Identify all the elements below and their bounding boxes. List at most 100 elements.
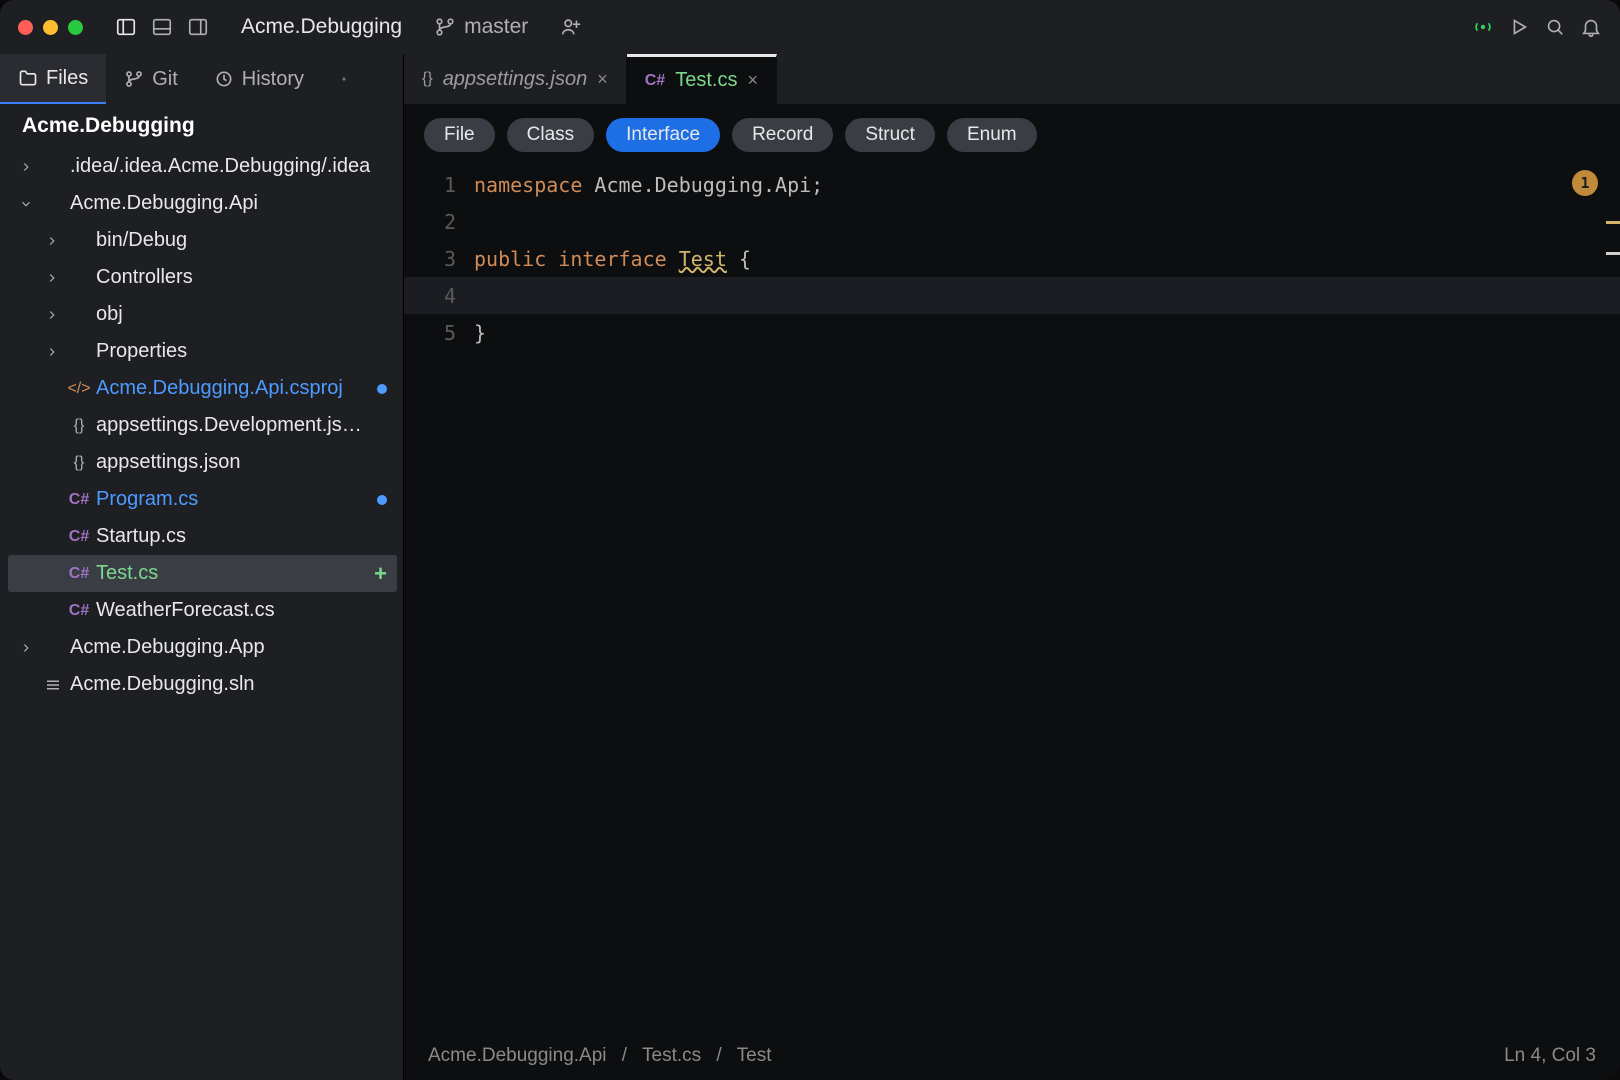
tree-node[interactable]: {}appsettings.json <box>8 444 397 481</box>
tab-git-label: Git <box>152 68 178 91</box>
tree-node-label: Properties <box>96 340 187 363</box>
line-number: 5 <box>404 321 474 345</box>
tab-history[interactable]: History <box>196 54 322 104</box>
chevron-right-icon[interactable] <box>42 345 62 359</box>
tree-node[interactable]: Acme.Debugging.Api <box>8 185 397 222</box>
chevron-right-icon[interactable] <box>42 234 62 248</box>
editor-tabs: {}appsettings.json×C#Test.cs× <box>404 54 1620 104</box>
panel-right-icon[interactable] <box>187 16 209 38</box>
tree-node[interactable]: Controllers <box>8 259 397 296</box>
editor: {}appsettings.json×C#Test.cs× FileClassI… <box>404 54 1620 1080</box>
tree-node-label: Acme.Debugging.App <box>70 636 265 659</box>
minimize-window[interactable] <box>43 20 58 35</box>
tree-node[interactable]: Properties <box>8 333 397 370</box>
code-text: { <box>727 247 751 271</box>
type-chip[interactable]: Record <box>732 118 833 152</box>
zoom-window[interactable] <box>68 20 83 35</box>
panel-bottom-icon[interactable] <box>151 16 173 38</box>
code-type-warn: Test <box>679 247 727 271</box>
line-number: 3 <box>404 247 474 271</box>
tree-node-label: Acme.Debugging.Api <box>70 192 258 215</box>
editor-tab-label: Test.cs <box>675 69 737 92</box>
titlebar: Acme.Debugging master <box>0 0 1620 54</box>
tree-node[interactable]: Acme.Debugging.App <box>8 629 397 666</box>
tree-node-label: Acme.Debugging.sln <box>70 673 255 696</box>
code-keyword: namespace <box>474 173 582 197</box>
plus-icon <box>340 69 348 89</box>
close-icon[interactable]: × <box>747 70 758 91</box>
type-chip[interactable]: File <box>424 118 495 152</box>
tab-git[interactable]: Git <box>106 54 196 104</box>
tab-files-label: Files <box>46 67 88 90</box>
tree-node[interactable]: </>Acme.Debugging.Api.csproj <box>8 370 397 407</box>
warning-badge[interactable]: 1 <box>1572 170 1598 196</box>
breadcrumb-item[interactable]: Acme.Debugging.Api <box>428 1045 607 1066</box>
tree-node-label: obj <box>96 303 123 326</box>
close-window[interactable] <box>18 20 33 35</box>
live-icon[interactable] <box>1472 16 1494 38</box>
line-number: 4 <box>404 284 474 308</box>
project-name[interactable]: Acme.Debugging <box>241 15 402 39</box>
breadcrumb-item[interactable]: Test.cs <box>642 1045 701 1066</box>
line-number: 1 <box>404 173 474 197</box>
modified-dot <box>377 495 387 505</box>
tree-node[interactable]: Acme.Debugging.sln <box>8 666 397 703</box>
code-caret-line <box>474 284 498 308</box>
tree-node-label: Test.cs <box>96 562 158 585</box>
notifications-icon[interactable] <box>1580 16 1602 38</box>
code-text: } <box>474 321 486 345</box>
tab-history-label: History <box>242 68 304 91</box>
tree-node[interactable]: bin/Debug <box>8 222 397 259</box>
tree-node[interactable]: C#Test.cs+ <box>8 555 397 592</box>
tree-node-label: .idea/.idea.Acme.Debugging/.idea <box>70 155 370 178</box>
sidebar: Files Git History Acme.Debugging .idea/.… <box>0 54 404 1080</box>
branch-icon <box>124 69 144 89</box>
tree-node[interactable]: obj <box>8 296 397 333</box>
tree-node-label: appsettings.Development.js… <box>96 414 362 437</box>
run-icon[interactable] <box>1508 16 1530 38</box>
chevron-down-icon[interactable] <box>16 197 36 211</box>
code-keyword: interface <box>558 247 666 271</box>
branch-icon <box>434 16 456 38</box>
tree-node[interactable]: .idea/.idea.Acme.Debugging/.idea <box>8 148 397 185</box>
scrollbar-marks <box>1606 221 1620 283</box>
editor-tab[interactable]: C#Test.cs× <box>627 54 777 104</box>
code-keyword: public <box>474 247 546 271</box>
tab-files[interactable]: Files <box>0 54 106 104</box>
line-number: 2 <box>404 210 474 234</box>
type-chip[interactable]: Interface <box>606 118 720 152</box>
window-controls <box>18 20 83 35</box>
chevron-right-icon[interactable] <box>16 641 36 655</box>
type-chip[interactable]: Struct <box>845 118 935 152</box>
editor-tab[interactable]: {}appsettings.json× <box>404 54 627 104</box>
panel-left-icon[interactable] <box>115 16 137 38</box>
type-chip[interactable]: Class <box>507 118 595 152</box>
caret-position[interactable]: Ln 4, Col 3 <box>1504 1045 1596 1067</box>
project-root[interactable]: Acme.Debugging <box>0 104 403 146</box>
git-branch[interactable]: master <box>434 15 528 39</box>
file-tree: .idea/.idea.Acme.Debugging/.idea Acme.Deb… <box>0 146 403 709</box>
tree-node[interactable]: C#Startup.cs <box>8 518 397 555</box>
chevron-right-icon[interactable] <box>16 160 36 174</box>
folder-icon <box>18 68 38 88</box>
code-area[interactable]: 1 1 namespace Acme.Debugging.Api; 2 3 pu… <box>404 166 1620 1032</box>
chevron-right-icon[interactable] <box>42 271 62 285</box>
tree-node[interactable]: C#WeatherForecast.cs <box>8 592 397 629</box>
breadcrumb-item[interactable]: Test <box>737 1045 772 1066</box>
tree-node-label: Startup.cs <box>96 525 186 548</box>
code-text: Acme.Debugging.Api; <box>582 173 823 197</box>
tree-node[interactable]: {}appsettings.Development.js… <box>8 407 397 444</box>
tree-node-label: appsettings.json <box>96 451 241 474</box>
breadcrumb-bar: Acme.Debugging.Api / Test.cs / Test Ln 4… <box>404 1032 1620 1080</box>
close-icon[interactable]: × <box>597 69 608 90</box>
search-icon[interactable] <box>1544 16 1566 38</box>
tree-node[interactable]: C#Program.cs <box>8 481 397 518</box>
history-icon <box>214 69 234 89</box>
tree-node-label: bin/Debug <box>96 229 187 252</box>
chevron-right-icon[interactable] <box>42 308 62 322</box>
sidebar-tabs: Files Git History <box>0 54 403 104</box>
tree-node-label: Acme.Debugging.Api.csproj <box>96 377 343 400</box>
code-with-me-icon[interactable] <box>560 16 582 38</box>
tab-add[interactable] <box>322 54 366 104</box>
type-chip[interactable]: Enum <box>947 118 1037 152</box>
